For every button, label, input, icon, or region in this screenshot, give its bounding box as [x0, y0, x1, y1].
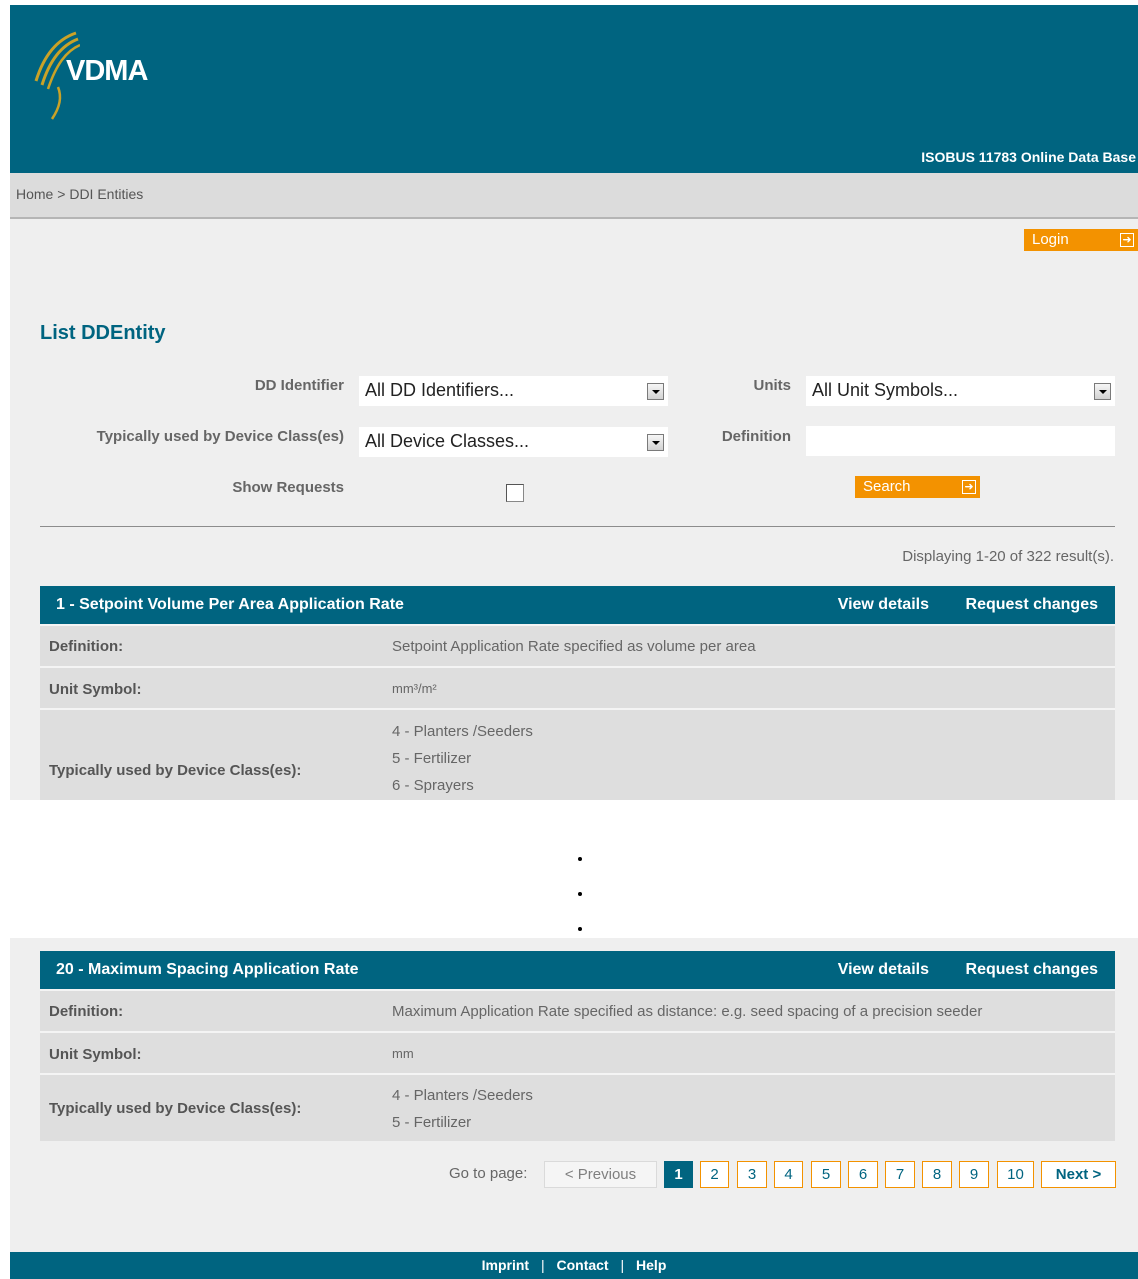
result-count: Displaying 1-20 of 322 result(s).	[902, 548, 1114, 565]
record-header: 1 - Setpoint Volume Per Area Application…	[40, 586, 1115, 624]
record-title: 20 - Maximum Spacing Application Rate	[56, 961, 359, 978]
device-class-item: 5 - Fertilizer	[392, 1114, 472, 1131]
page-button-7[interactable]: 7	[885, 1161, 915, 1188]
vertical-ellipsis-icon	[578, 927, 582, 931]
page-button-9[interactable]: 9	[959, 1161, 989, 1188]
show-requests-checkbox[interactable]	[506, 484, 524, 502]
device-class-select[interactable]: All Device Classes...	[359, 427, 668, 457]
help-link[interactable]: Help	[636, 1257, 666, 1273]
definition-label: Definition	[721, 428, 791, 445]
device-class-row: Typically used by Device Class(es): 4 - …	[40, 1073, 1115, 1141]
units-label: Units	[753, 377, 792, 394]
dropdown-arrow-icon[interactable]	[647, 383, 664, 400]
unit-row: Unit Symbol: mm³/m²	[40, 666, 1115, 708]
search-button[interactable]: Search ➜	[855, 476, 980, 498]
page-button-8[interactable]: 8	[922, 1161, 952, 1188]
view-details-link[interactable]: View details	[838, 596, 929, 614]
page-button-2[interactable]: 2	[700, 1161, 729, 1188]
unit-value: mm	[392, 1046, 414, 1061]
device-class-item: 4 - Planters /Seeders	[392, 723, 533, 740]
dropdown-arrow-icon[interactable]	[1094, 383, 1111, 400]
logo-text[interactable]: VDMA	[66, 55, 148, 88]
show-requests-label: Show Requests	[232, 479, 344, 496]
arrow-right-box-icon: ➜	[1120, 233, 1134, 247]
site-title: ISOBUS 11783 Online Data Base	[921, 149, 1136, 165]
unit-row: Unit Symbol: mm	[40, 1031, 1115, 1073]
record-title: 1 - Setpoint Volume Per Area Application…	[56, 596, 404, 613]
device-class-label: Typically used by Device Class(es)	[96, 428, 344, 445]
previous-page-button[interactable]: < Previous	[544, 1161, 657, 1188]
footer-separator: |	[620, 1257, 625, 1273]
breadcrumb-current: DDI Entities	[69, 186, 144, 202]
units-select[interactable]: All Unit Symbols...	[806, 376, 1115, 406]
breadcrumb-bar: Home > DDI Entities	[10, 173, 1138, 219]
page-button-6[interactable]: 6	[848, 1161, 878, 1188]
device-class-item: 6 - Sprayers	[392, 777, 474, 794]
site-header: VDMA ISOBUS 11783 Online Data Base	[10, 5, 1138, 173]
device-class-row: Typically used by Device Class(es): 4 - …	[40, 708, 1115, 800]
device-class-row-label: Typically used by Device Class(es):	[49, 1100, 302, 1117]
footer-separator: |	[540, 1257, 545, 1273]
request-changes-link[interactable]: Request changes	[966, 961, 1098, 979]
units-value: All Unit Symbols...	[812, 380, 959, 400]
record-card: 20 - Maximum Spacing Application Rate Vi…	[40, 951, 1115, 1141]
device-class-value: All Device Classes...	[365, 431, 530, 451]
divider	[40, 526, 1115, 527]
arrow-right-box-icon: ➜	[962, 480, 976, 494]
site-footer: Imprint | Contact | Help	[10, 1252, 1138, 1279]
device-class-item: 4 - Planters /Seeders	[392, 1087, 533, 1104]
definition-value: Maximum Application Rate specified as di…	[392, 1003, 983, 1020]
record-header: 20 - Maximum Spacing Application Rate Vi…	[40, 951, 1115, 989]
page-button-10[interactable]: 10	[997, 1161, 1034, 1188]
page-button-1[interactable]: 1	[664, 1161, 693, 1188]
device-class-row-label: Typically used by Device Class(es):	[49, 762, 302, 779]
page-button-4[interactable]: 4	[774, 1161, 803, 1188]
device-class-item: 5 - Fertilizer	[392, 750, 472, 767]
next-page-button[interactable]: Next >	[1041, 1161, 1116, 1188]
definition-row: Definition: Maximum Application Rate spe…	[40, 989, 1115, 1031]
login-button[interactable]: Login ➜	[1024, 229, 1138, 251]
login-button-label: Login	[1032, 231, 1069, 248]
search-button-label: Search	[863, 478, 911, 495]
breadcrumb-separator: >	[57, 186, 66, 202]
dropdown-arrow-icon[interactable]	[647, 434, 664, 451]
contact-link[interactable]: Contact	[556, 1257, 608, 1273]
definition-row-label: Definition:	[49, 1003, 124, 1020]
definition-value: Setpoint Application Rate specified as v…	[392, 638, 756, 655]
page-button-5[interactable]: 5	[811, 1161, 841, 1188]
unit-row-label: Unit Symbol:	[49, 1046, 142, 1063]
definition-input[interactable]	[806, 426, 1115, 456]
vertical-ellipsis-icon	[578, 857, 582, 861]
page-title: List DDEntity	[40, 322, 166, 344]
page-button-3[interactable]: 3	[737, 1161, 767, 1188]
unit-row-label: Unit Symbol:	[49, 681, 142, 698]
dd-identifier-select[interactable]: All DD Identifiers...	[359, 376, 668, 406]
breadcrumb-home-link[interactable]: Home	[16, 186, 53, 202]
imprint-link[interactable]: Imprint	[482, 1257, 529, 1273]
view-details-link[interactable]: View details	[838, 961, 929, 979]
definition-row: Definition: Setpoint Application Rate sp…	[40, 624, 1115, 666]
dd-identifier-value: All DD Identifiers...	[365, 380, 515, 400]
request-changes-link[interactable]: Request changes	[966, 596, 1098, 614]
definition-row-label: Definition:	[49, 638, 124, 655]
breadcrumb: Home > DDI Entities	[16, 186, 143, 202]
dd-identifier-label: DD Identifier	[254, 377, 344, 394]
record-card: 1 - Setpoint Volume Per Area Application…	[40, 586, 1115, 800]
pagination-label: Go to page:	[449, 1165, 528, 1182]
vertical-ellipsis-icon	[578, 892, 582, 896]
unit-value: mm³/m²	[392, 681, 437, 696]
